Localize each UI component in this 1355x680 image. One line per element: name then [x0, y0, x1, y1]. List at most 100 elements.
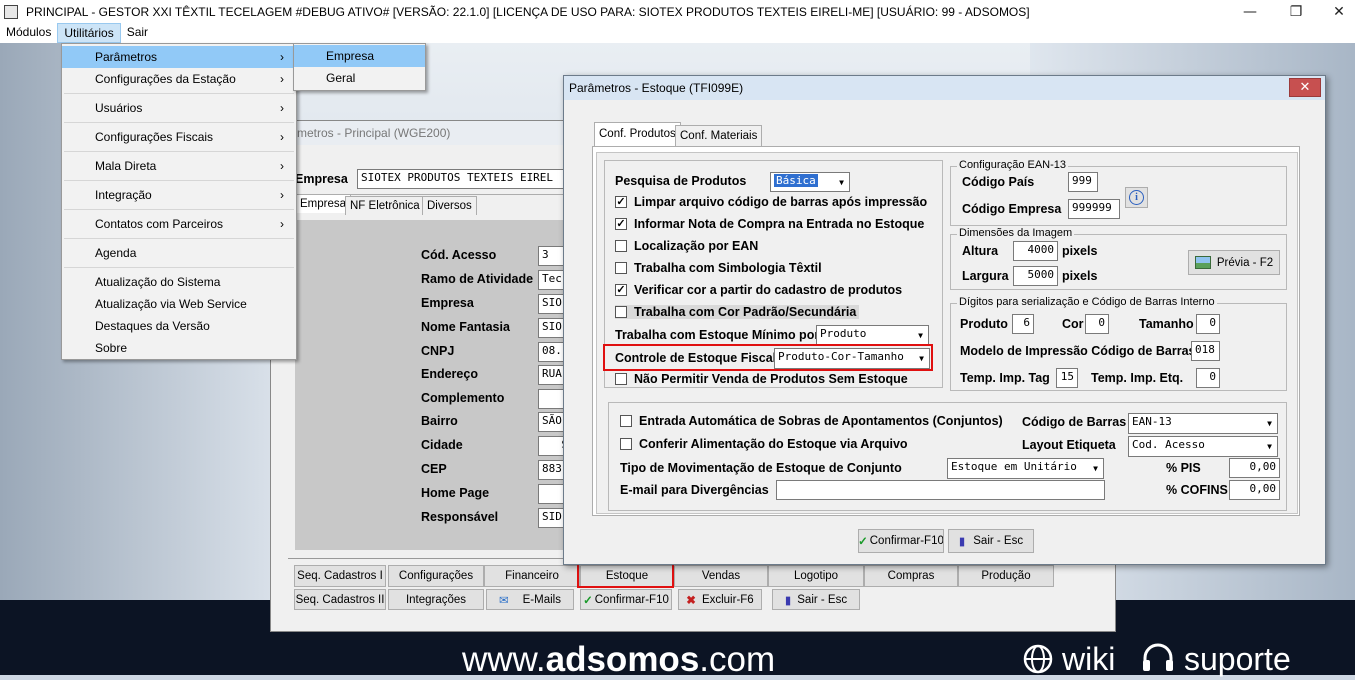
email-icon: ✉: [499, 594, 509, 607]
controle-fiscal-select[interactable]: Produto-Cor-Tamanho ▼: [774, 348, 930, 369]
submenu-item-empresa[interactable]: Empresa: [294, 45, 425, 67]
chevron-right-icon: ›: [280, 159, 284, 173]
menu-item-sobre[interactable]: Sobre: [62, 337, 296, 359]
picture-icon: [1194, 256, 1211, 269]
tipo-movimentacao-select[interactable]: Estoque em Unitário ▼: [947, 458, 1104, 479]
conferir-alimentacao-checkbox[interactable]: Conferir Alimentação do Estoque via Arqu…: [620, 437, 908, 451]
menu-item-atualizacao-web-service[interactable]: Atualização via Web Service: [62, 293, 296, 315]
temp-tag-label: Temp. Imp. Tag: [960, 371, 1050, 385]
cor-padrao-checkbox[interactable]: Trabalha com Cor Padrão/Secundária: [615, 305, 860, 319]
previa-button[interactable]: Prévia - F2: [1188, 250, 1280, 275]
close-button[interactable]: ✕: [1316, 0, 1355, 23]
submenu-item-geral[interactable]: Geral: [294, 67, 425, 89]
menu-sair[interactable]: Sair: [121, 23, 154, 43]
menu-item-integracao[interactable]: Integração ›: [62, 184, 296, 206]
tab-nf-eletronica[interactable]: NF Eletrônica: [345, 196, 425, 215]
dialog-close-button[interactable]: ✕: [1289, 78, 1321, 97]
tab-conf-produtos[interactable]: Conf. Produtos: [594, 122, 681, 146]
menu-item-config-estacao[interactable]: Configurações da Estação ›: [62, 68, 296, 90]
menu-item-usuarios[interactable]: Usuários ›: [62, 97, 296, 119]
footer-wiki[interactable]: wiki: [1022, 641, 1115, 677]
informar-nota-checkbox[interactable]: ✓ Informar Nota de Compra na Entrada no E…: [615, 217, 924, 231]
menu-item-parametros[interactable]: Parâmetros ›: [62, 46, 296, 68]
menu-item-destaques-versao[interactable]: Destaques da Versão: [62, 315, 296, 337]
seq-cadastros-ii-button[interactable]: Seq. Cadastros II: [294, 589, 386, 610]
tamanho-digitos-field[interactable]: 0: [1196, 314, 1220, 334]
menu-item-contatos-parceiros[interactable]: Contatos com Parceiros ›: [62, 213, 296, 235]
menu-item-config-fiscais[interactable]: Configurações Fiscais ›: [62, 126, 296, 148]
codigo-pais-field[interactable]: 999: [1068, 172, 1098, 192]
chevron-right-icon: ›: [280, 50, 284, 64]
temp-etq-label: Temp. Imp. Etq.: [1091, 371, 1184, 385]
altura-field[interactable]: 4000: [1013, 241, 1058, 261]
dialog-sair-button[interactable]: ▮ Sair - Esc: [948, 529, 1034, 553]
verificar-cor-checkbox[interactable]: ✓ Verificar cor a partir do cadastro de p…: [615, 283, 902, 297]
ean-info-button[interactable]: i: [1125, 187, 1148, 208]
simbologia-textil-checkbox[interactable]: Trabalha com Simbologia Têxtil: [615, 261, 822, 275]
logotipo-button[interactable]: Logotipo: [768, 565, 864, 587]
dialog-confirmar-label: Confirmar-F10: [869, 535, 944, 547]
empresa-field[interactable]: SIOTEX PRODUTOS TEXTEIS EIREL: [357, 169, 569, 189]
chevron-right-icon: ›: [280, 217, 284, 231]
limpar-arquivo-checkbox[interactable]: ✓ Limpar arquivo código de barras após im…: [615, 195, 927, 209]
codigo-empresa-field[interactable]: 999999: [1068, 199, 1120, 219]
layout-etiqueta-select[interactable]: Cod. Acesso ▼: [1128, 436, 1278, 457]
principal-window-title: metros - Principal (WGE200): [271, 121, 569, 145]
dropdown-arrow-icon: ▼: [914, 349, 929, 368]
integracoes-button[interactable]: Integrações: [388, 589, 484, 610]
temp-etq-field[interactable]: 0: [1196, 368, 1220, 388]
seq-cadastros-i-button[interactable]: Seq. Cadastros I: [294, 565, 386, 587]
complemento-label: Complemento: [421, 391, 505, 405]
cofins-field[interactable]: 0,00: [1229, 480, 1280, 500]
empresa-panel: [295, 220, 571, 550]
menu-item-atualizacao-sistema[interactable]: Atualização do Sistema: [62, 271, 296, 293]
cor-digitos-field[interactable]: 0: [1085, 314, 1109, 334]
codigo-barras-select[interactable]: EAN-13 ▼: [1128, 413, 1278, 434]
menu-item-mala-direta-label: Mala Direta: [95, 159, 157, 173]
principal-sair-button[interactable]: ▮ Sair - Esc: [772, 589, 860, 610]
producao-button[interactable]: Produção: [958, 565, 1054, 587]
menu-modulos[interactable]: Módulos: [0, 23, 57, 43]
footer-suporte[interactable]: suporte: [1140, 641, 1291, 677]
menu-utilitarios[interactable]: Utilitários: [57, 23, 121, 43]
estoque-minimo-select[interactable]: Produto ▼: [816, 325, 929, 346]
localizacao-ean-checkbox[interactable]: Localização por EAN: [615, 239, 758, 253]
menu-item-agenda[interactable]: Agenda: [62, 242, 296, 264]
checkbox-box: [620, 415, 632, 427]
email-divergencias-field[interactable]: [776, 480, 1105, 500]
codigo-barras-value: EAN-13: [1132, 415, 1172, 428]
localizacao-ean-label: Localização por EAN: [634, 239, 759, 253]
menu-separator: [64, 238, 294, 239]
pesquisa-produtos-select[interactable]: Básica ▼: [770, 172, 850, 192]
compras-button[interactable]: Compras: [864, 565, 958, 587]
principal-confirmar-label: Confirmar-F10: [594, 593, 669, 606]
financeiro-button[interactable]: Financeiro: [484, 565, 580, 587]
dialog-confirmar-button[interactable]: ✓ Confirmar-F10: [858, 529, 944, 553]
ramo-label: Ramo de Atividade: [421, 272, 534, 286]
principal-confirmar-button[interactable]: ✓ Confirmar-F10: [580, 589, 672, 610]
emails-button[interactable]: ✉ E-Mails: [486, 589, 574, 610]
entrada-automatica-checkbox[interactable]: Entrada Automática de Sobras de Apontame…: [620, 414, 1003, 428]
pis-field[interactable]: 0,00: [1229, 458, 1280, 478]
tab-diversos[interactable]: Diversos: [422, 196, 477, 215]
window-title: PRINCIPAL - GESTOR XXI TÊXTIL TECELAGEM …: [26, 4, 1030, 19]
largura-field[interactable]: 5000: [1013, 266, 1058, 286]
codigo-empresa-label: Código Empresa: [962, 202, 1062, 216]
configuracoes-button[interactable]: Configurações: [388, 565, 484, 587]
menu-item-mala-direta[interactable]: Mala Direta ›: [62, 155, 296, 177]
estoque-minimo-label: Trabalha com Estoque Mínimo por: [615, 328, 820, 342]
altura-label: Altura: [962, 244, 999, 258]
excluir-button[interactable]: ✖ Excluir-F6: [678, 589, 762, 610]
modelo-impressao-field[interactable]: 018: [1191, 341, 1220, 361]
check-icon: ✓: [583, 594, 593, 607]
tab-empresa[interactable]: Empresa: [295, 194, 352, 213]
vendas-button[interactable]: Vendas: [674, 565, 768, 587]
checkbox-box: ✓: [615, 284, 627, 296]
produto-digitos-field[interactable]: 6: [1012, 314, 1034, 334]
minimize-button[interactable]: —: [1227, 0, 1273, 23]
restore-button[interactable]: ❐: [1273, 0, 1319, 23]
temp-tag-field[interactable]: 15: [1056, 368, 1078, 388]
tab-conf-materiais[interactable]: Conf. Materiais: [675, 125, 763, 146]
estoque-highlight-box: [577, 561, 674, 588]
nao-permitir-venda-checkbox[interactable]: Não Permitir Venda de Produtos Sem Estoq…: [615, 372, 908, 386]
